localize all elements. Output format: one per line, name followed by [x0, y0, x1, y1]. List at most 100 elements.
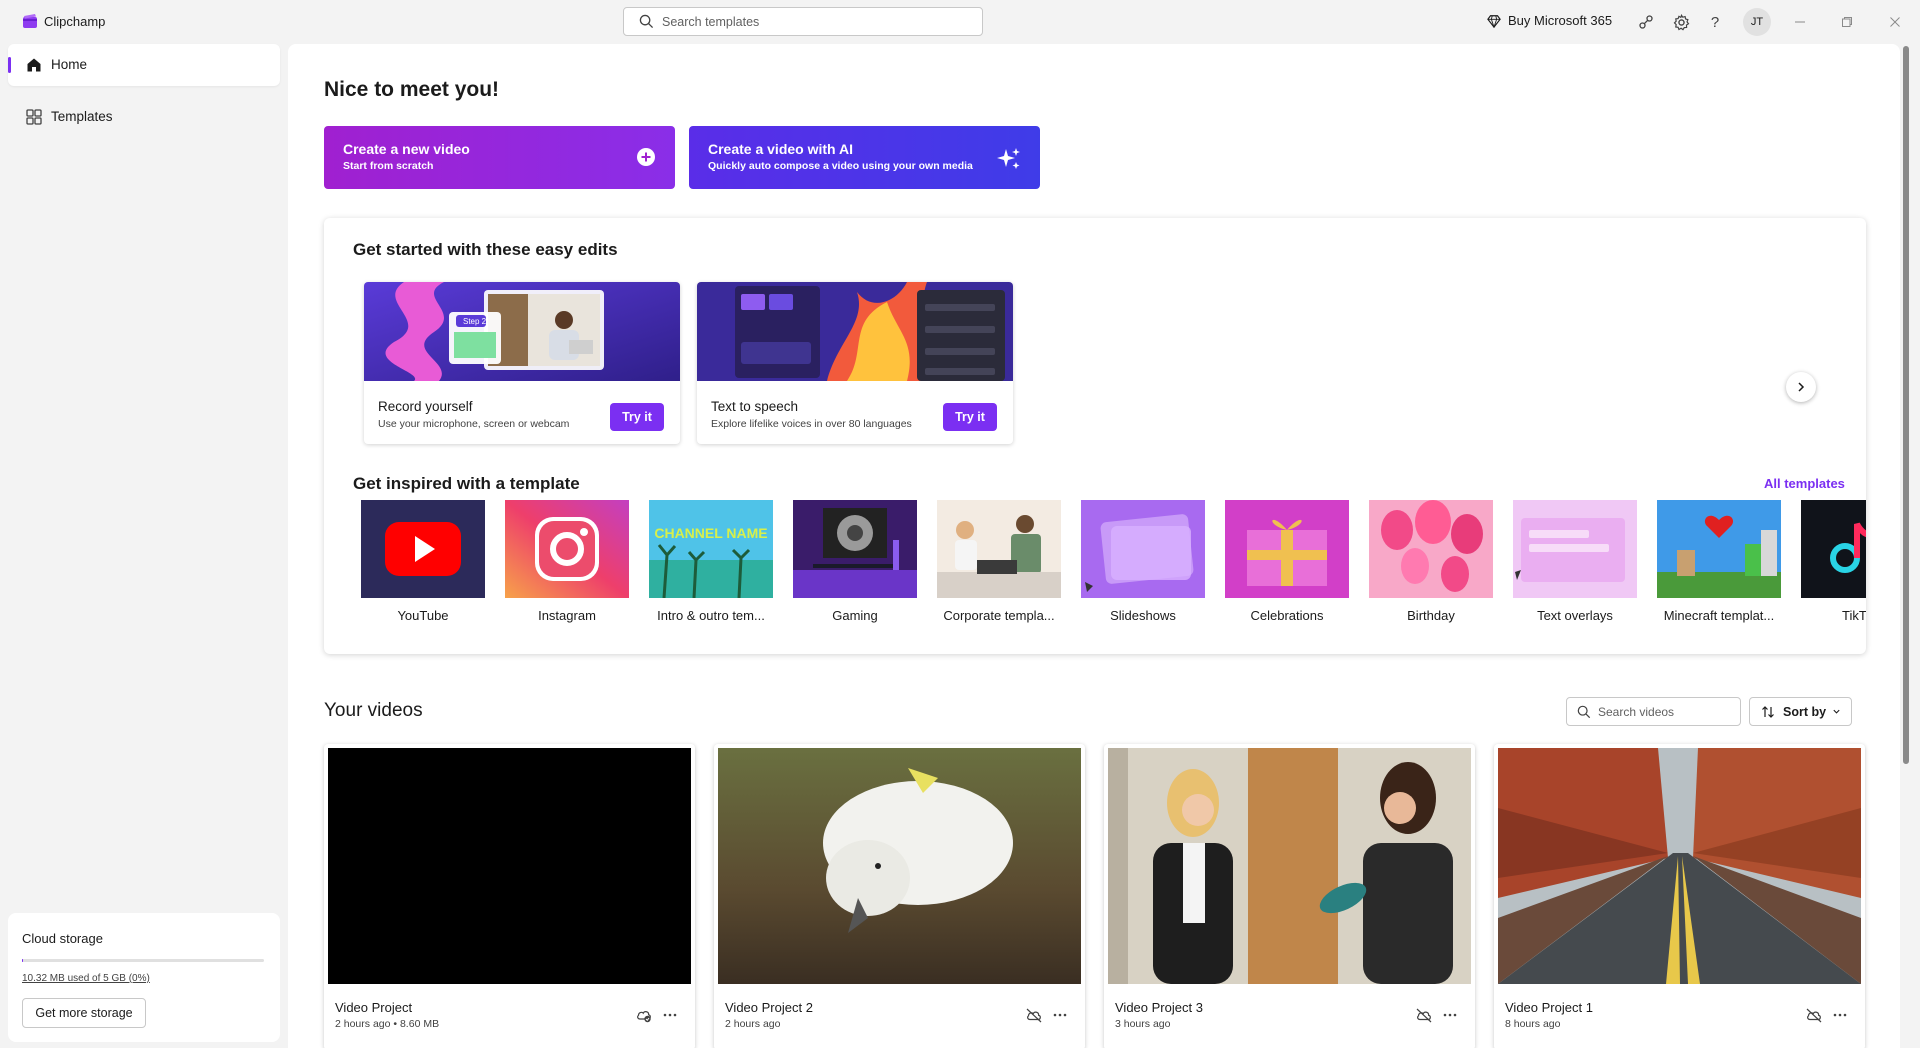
template-text-overlays[interactable]: Text overlays — [1512, 500, 1638, 626]
more-options-icon[interactable] — [1831, 1006, 1849, 1024]
storage-usage-link[interactable]: 10.32 MB used of 5 GB (0%) — [22, 973, 150, 984]
cloud-off-icon[interactable] — [1805, 1006, 1823, 1024]
minecraft-thumbnail — [1657, 500, 1781, 598]
clipchamp-logo-icon — [23, 14, 37, 28]
text-overlays-thumbnail — [1513, 500, 1637, 598]
try-record-yourself-button[interactable]: Try it — [610, 403, 664, 431]
video-thumbnail — [1108, 748, 1471, 984]
try-text-to-speech-button[interactable]: Try it — [943, 403, 997, 431]
template-label: Corporate templa... — [943, 608, 1055, 623]
template-corporate[interactable]: Corporate templa... — [936, 500, 1062, 626]
template-gaming[interactable]: Gaming — [792, 500, 918, 626]
page-title: Nice to meet you! — [324, 78, 500, 101]
search-templates-input[interactable] — [662, 12, 962, 32]
search-videos[interactable] — [1566, 697, 1741, 726]
edit-card-title: Record yourself — [378, 399, 473, 414]
create-new-video-button[interactable]: Create a new video Start from scratch — [324, 126, 675, 189]
cloud-off-icon[interactable] — [1025, 1006, 1043, 1024]
get-more-storage-button[interactable]: Get more storage — [22, 998, 146, 1028]
video-card-video-project-2[interactable]: Video Project 2 2 hours ago — [714, 744, 1085, 1048]
step-label: Step 2 — [463, 317, 487, 326]
template-celebrations[interactable]: Celebrations — [1224, 500, 1350, 626]
sidebar-item-templates[interactable]: Templates — [8, 96, 280, 138]
help-icon[interactable]: ? — [1705, 12, 1725, 32]
video-thumbnail — [1498, 748, 1861, 984]
video-meta: 8 hours ago — [1505, 1018, 1561, 1030]
template-label: Instagram — [538, 608, 596, 623]
templates-icon — [26, 109, 42, 125]
storage-title: Cloud storage — [22, 931, 103, 946]
template-tiktok[interactable]: TikT — [1800, 500, 1866, 626]
template-label: Gaming — [832, 608, 878, 623]
sidebar-item-label: Home — [51, 57, 88, 72]
avatar[interactable]: JT — [1743, 8, 1771, 36]
gaming-thumbnail — [793, 500, 917, 598]
template-intro-outro[interactable]: CHANNEL NAME Intro & outro tem... — [648, 500, 774, 626]
template-youtube[interactable]: YouTube — [360, 500, 486, 626]
birthday-thumbnail — [1369, 500, 1493, 598]
share-icon[interactable] — [1636, 12, 1656, 32]
chevron-down-icon — [1833, 709, 1840, 714]
storage-progress-bar — [22, 959, 264, 962]
video-title: Video Project 2 — [725, 1000, 813, 1015]
search-icon — [639, 14, 654, 29]
tiktok-thumbnail — [1801, 500, 1866, 598]
video-meta: 2 hours ago • 8.60 MB — [335, 1018, 440, 1030]
cloud-off-icon[interactable] — [1415, 1006, 1433, 1024]
video-meta: 3 hours ago — [1115, 1018, 1171, 1030]
more-options-icon[interactable] — [1441, 1006, 1459, 1024]
instagram-thumbnail — [505, 500, 629, 598]
buy-microsoft-365-button[interactable]: Buy Microsoft 365 — [1487, 13, 1612, 28]
search-templates[interactable] — [623, 7, 983, 36]
restore-icon[interactable] — [1837, 12, 1857, 32]
easy-edits-panel: Get started with these easy edits Step 2… — [324, 218, 1866, 654]
main-scrollbar[interactable] — [1903, 46, 1909, 764]
video-card-video-project[interactable]: Video Project 2 hours ago • 8.60 MB — [324, 744, 695, 1048]
close-icon[interactable] — [1885, 12, 1905, 32]
more-options-icon[interactable] — [1051, 1006, 1069, 1024]
video-thumbnail — [328, 748, 691, 984]
template-slideshows[interactable]: Slideshows — [1080, 500, 1206, 626]
template-label: Intro & outro tem... — [657, 608, 765, 623]
edit-card-record-yourself[interactable]: Step 2 Record yourself Use your micropho… — [364, 282, 680, 444]
video-card-video-project-3[interactable]: Video Project 3 3 hours ago — [1104, 744, 1475, 1048]
cloud-sync-icon[interactable] — [635, 1006, 653, 1024]
sidebar-item-label: Templates — [51, 109, 113, 124]
diamond-icon — [1487, 14, 1501, 28]
minimize-icon[interactable] — [1790, 12, 1810, 32]
templates-section-title: Get inspired with a template — [353, 474, 580, 493]
edit-card-desc: Explore lifelike voices in over 80 langu… — [711, 418, 912, 430]
carousel-next-button[interactable] — [1786, 372, 1816, 402]
template-instagram[interactable]: Instagram — [504, 500, 630, 626]
video-card-video-project-1[interactable]: Video Project 1 8 hours ago — [1494, 744, 1865, 1048]
search-videos-input[interactable] — [1598, 703, 1733, 721]
sort-icon — [1762, 706, 1774, 718]
create-ai-subtitle: Quickly auto compose a video using your … — [708, 160, 973, 172]
home-icon — [27, 58, 41, 72]
search-icon — [1577, 705, 1591, 719]
create-ai-title: Create a video with AI — [708, 141, 853, 157]
video-title: Video Project 3 — [1115, 1000, 1203, 1015]
all-templates-link[interactable]: All templates — [1764, 476, 1845, 491]
storage-progress-fill — [22, 959, 24, 962]
youtube-thumbnail — [361, 500, 485, 598]
easy-edits-title: Get started with these easy edits — [353, 240, 618, 259]
sidebar-item-home[interactable]: Home — [8, 44, 280, 86]
template-birthday[interactable]: Birthday — [1368, 500, 1494, 626]
sparkle-icon — [997, 148, 1020, 169]
create-video-with-ai-button[interactable]: Create a video with AI Quickly auto comp… — [689, 126, 1040, 189]
template-label: YouTube — [397, 608, 449, 623]
edit-card-text-to-speech[interactable]: Text to speech Explore lifelike voices i… — [697, 282, 1013, 444]
slideshows-thumbnail — [1081, 500, 1205, 598]
cloud-storage-card: Cloud storage 10.32 MB used of 5 GB (0%)… — [8, 913, 280, 1042]
template-label: Slideshows — [1110, 608, 1176, 623]
celebrations-thumbnail — [1225, 500, 1349, 598]
intro-channel-text: CHANNEL NAME — [654, 525, 767, 541]
corporate-thumbnail — [937, 500, 1061, 598]
create-new-video-title: Create a new video — [343, 141, 470, 157]
more-options-icon[interactable] — [661, 1006, 679, 1024]
sort-by-button[interactable]: Sort by — [1749, 697, 1852, 726]
template-minecraft[interactable]: Minecraft templat... — [1656, 500, 1782, 626]
gear-icon[interactable] — [1671, 12, 1691, 32]
main-panel: Nice to meet you! Create a new video Sta… — [288, 44, 1900, 1048]
